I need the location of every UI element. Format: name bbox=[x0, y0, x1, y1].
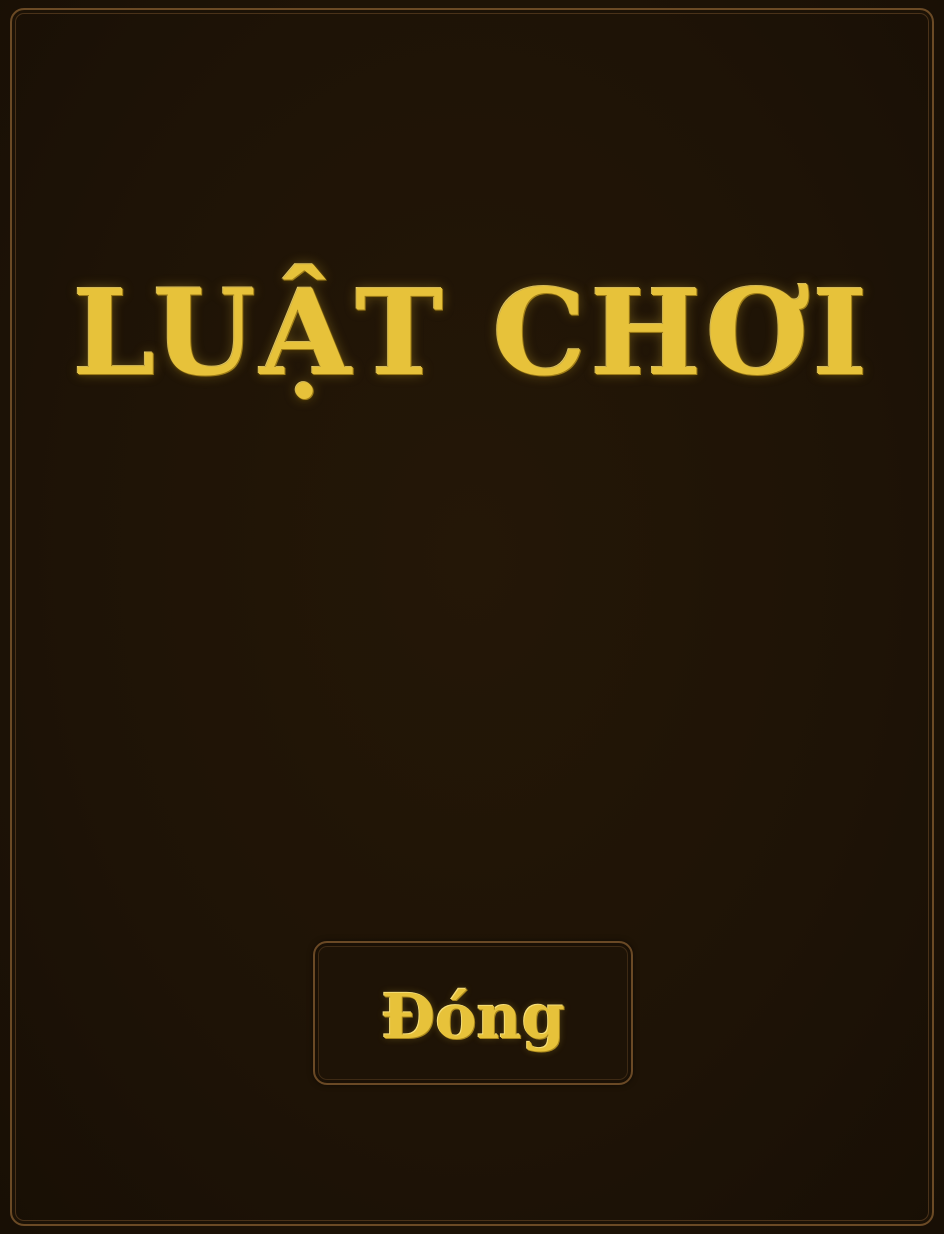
rules-dialog: LUẬT CHƠI Đóng bbox=[0, 0, 944, 1234]
dialog-title: LUẬT CHƠI bbox=[72, 263, 872, 402]
close-button[interactable]: Đóng bbox=[313, 941, 633, 1085]
close-button-label: Đóng bbox=[381, 979, 565, 1053]
